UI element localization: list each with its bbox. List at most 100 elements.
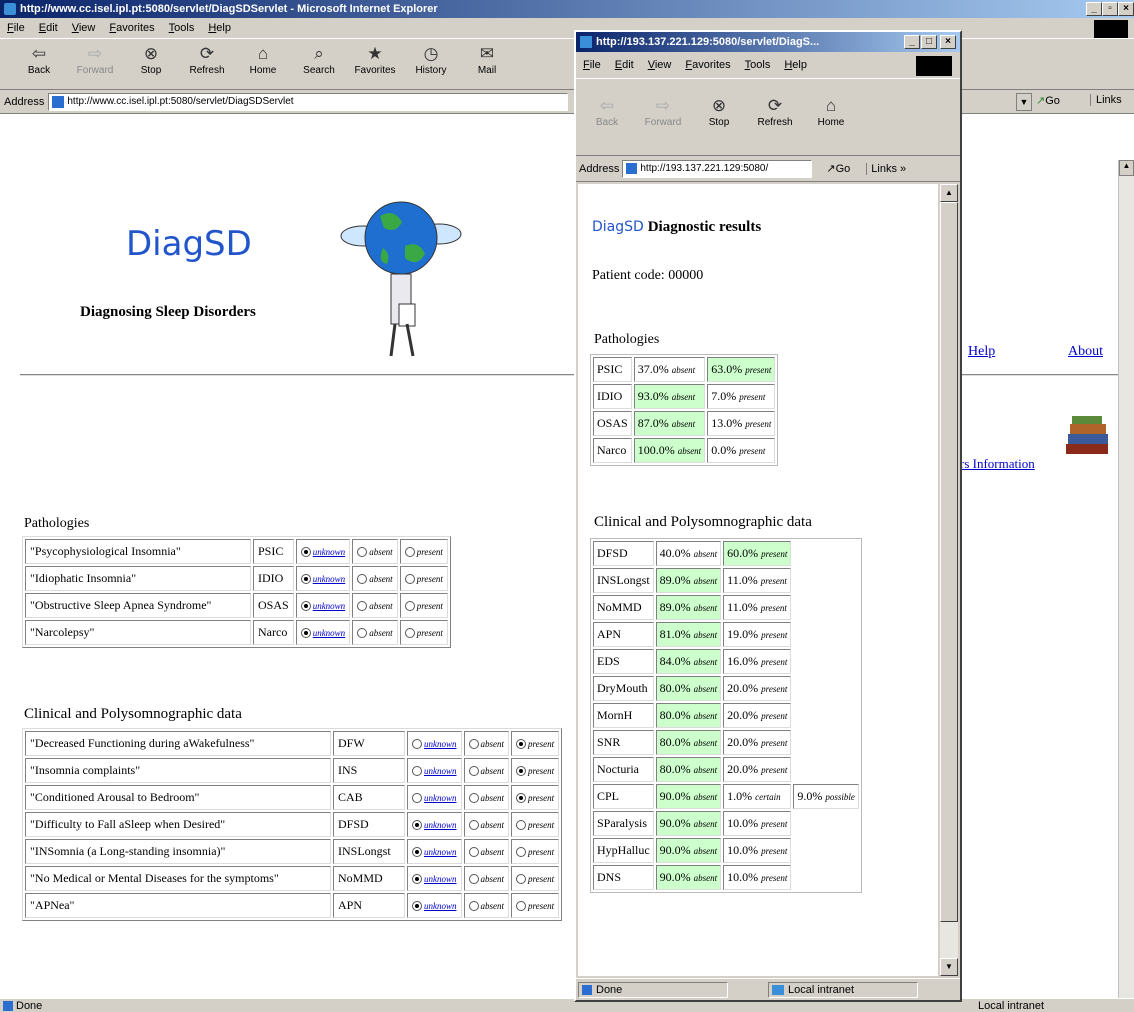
absent-radio[interactable] <box>357 547 368 558</box>
absent-radio[interactable] <box>357 628 368 639</box>
about-link[interactable]: About <box>1068 344 1103 360</box>
users-information-link[interactable]: rs Information <box>960 456 1035 472</box>
unknown-radio[interactable] <box>412 793 422 804</box>
popup-title-bar[interactable]: http://193.137.221.129:5080/servlet/Diag… <box>576 32 960 52</box>
back-button[interactable]: ⇦ Back <box>18 43 60 83</box>
present-radio[interactable] <box>404 547 415 558</box>
present-radio[interactable] <box>516 820 526 831</box>
absent-option[interactable]: absent <box>463 731 509 756</box>
unknown-radio[interactable] <box>412 901 422 912</box>
main-title-bar[interactable]: http://www.cc.isel.ipl.pt:5080/servlet/D… <box>0 0 1134 18</box>
unknown-radio[interactable] <box>300 601 311 612</box>
menu-view[interactable]: View <box>72 22 96 34</box>
absent-option[interactable]: absent <box>463 893 509 918</box>
absent-option[interactable]: absent <box>463 758 509 783</box>
absent-radio[interactable] <box>468 820 479 831</box>
absent-radio[interactable] <box>468 874 479 885</box>
present-radio[interactable] <box>516 847 526 858</box>
absent-option[interactable]: absent <box>352 620 398 645</box>
absent-option[interactable]: absent <box>463 812 509 837</box>
menu-edit[interactable]: Edit <box>39 22 58 34</box>
present-option[interactable]: present <box>399 620 448 645</box>
present-option[interactable]: present <box>511 866 560 891</box>
favorites-button[interactable]: ★ Favorites <box>354 43 396 83</box>
popup-scroll-down[interactable]: ▼ <box>940 958 958 976</box>
absent-option[interactable]: absent <box>352 593 398 618</box>
unknown-option[interactable]: unknown <box>407 758 462 783</box>
absent-radio[interactable] <box>468 739 479 750</box>
present-radio[interactable] <box>516 901 526 912</box>
mail-button[interactable]: ✉ Mail <box>466 43 508 83</box>
back-button[interactable]: ⇦ Back <box>586 95 628 135</box>
absent-radio[interactable] <box>468 901 479 912</box>
popup-close-button[interactable]: × <box>940 35 956 49</box>
menu-file[interactable]: File <box>7 22 25 34</box>
unknown-option[interactable]: unknown <box>295 593 351 618</box>
menu-help[interactable]: Help <box>784 59 807 71</box>
unknown-radio[interactable] <box>412 739 422 750</box>
main-maximize-button[interactable]: ▫ <box>1102 2 1118 16</box>
present-option[interactable]: present <box>399 539 448 564</box>
absent-option[interactable]: absent <box>352 566 398 591</box>
absent-option[interactable]: absent <box>463 866 509 891</box>
present-radio[interactable] <box>516 793 526 804</box>
home-button[interactable]: ⌂ Home <box>242 43 284 83</box>
home-button[interactable]: ⌂ Home <box>810 95 852 135</box>
unknown-option[interactable]: unknown <box>407 866 462 891</box>
unknown-option[interactable]: unknown <box>407 893 462 918</box>
main-address-input[interactable]: http://www.cc.isel.ipl.pt:5080/servlet/D… <box>48 92 569 111</box>
popup-scroll-up[interactable]: ▲ <box>940 184 958 202</box>
help-link[interactable]: Help <box>968 344 995 360</box>
menu-favorites[interactable]: Favorites <box>109 22 154 34</box>
unknown-radio[interactable] <box>300 628 311 639</box>
refresh-button[interactable]: ⟳ Refresh <box>186 43 228 83</box>
present-option[interactable]: present <box>511 839 560 864</box>
absent-radio[interactable] <box>468 793 479 804</box>
forward-button[interactable]: ⇨ Forward <box>74 43 116 83</box>
unknown-option[interactable]: unknown <box>295 539 351 564</box>
menu-tools[interactable]: Tools <box>745 59 771 71</box>
unknown-radio[interactable] <box>412 766 422 777</box>
popup-scroll-thumb[interactable] <box>940 202 958 922</box>
main-links-button[interactable]: Links <box>1090 94 1122 106</box>
absent-option[interactable]: absent <box>463 839 509 864</box>
menu-help[interactable]: Help <box>208 22 231 34</box>
present-option[interactable]: present <box>399 593 448 618</box>
menu-view[interactable]: View <box>648 59 672 71</box>
absent-radio[interactable] <box>357 574 368 585</box>
present-radio[interactable] <box>516 739 526 750</box>
search-button[interactable]: ⌕ Search <box>298 43 340 83</box>
main-close-button[interactable]: × <box>1118 2 1134 16</box>
unknown-radio[interactable] <box>412 820 422 831</box>
present-radio[interactable] <box>516 874 526 885</box>
popup-scrollbar[interactable]: ▲ ▼ <box>940 184 958 976</box>
absent-radio[interactable] <box>357 601 368 612</box>
unknown-option[interactable]: unknown <box>407 731 462 756</box>
unknown-radio[interactable] <box>300 547 311 558</box>
unknown-radio[interactable] <box>300 574 311 585</box>
main-scroll-up[interactable]: ▲ <box>1119 160 1134 176</box>
menu-favorites[interactable]: Favorites <box>685 59 730 71</box>
unknown-option[interactable]: unknown <box>407 785 462 810</box>
present-radio[interactable] <box>404 574 415 585</box>
stop-button[interactable]: ⊗ Stop <box>130 43 172 83</box>
present-radio[interactable] <box>404 628 415 639</box>
unknown-radio[interactable] <box>412 847 422 858</box>
forward-button[interactable]: ⇨ Forward <box>642 95 684 135</box>
menu-edit[interactable]: Edit <box>615 59 634 71</box>
present-option[interactable]: present <box>511 758 560 783</box>
unknown-option[interactable]: unknown <box>295 566 351 591</box>
unknown-radio[interactable] <box>412 874 422 885</box>
popup-maximize-button[interactable]: □ <box>921 35 937 49</box>
main-go-button[interactable]: ↗Go <box>1036 94 1060 107</box>
unknown-option[interactable]: unknown <box>407 812 462 837</box>
menu-file[interactable]: File <box>583 59 601 71</box>
popup-go-button[interactable]: ↗Go <box>826 162 850 175</box>
present-option[interactable]: present <box>511 893 560 918</box>
unknown-option[interactable]: unknown <box>407 839 462 864</box>
popup-address-input[interactable]: http://193.137.221.129:5080/ <box>622 159 813 178</box>
main-scrollbar[interactable]: ▲ <box>1118 160 1134 998</box>
absent-option[interactable]: absent <box>463 785 509 810</box>
stop-button[interactable]: ⊗ Stop <box>698 95 740 135</box>
menu-tools[interactable]: Tools <box>169 22 195 34</box>
